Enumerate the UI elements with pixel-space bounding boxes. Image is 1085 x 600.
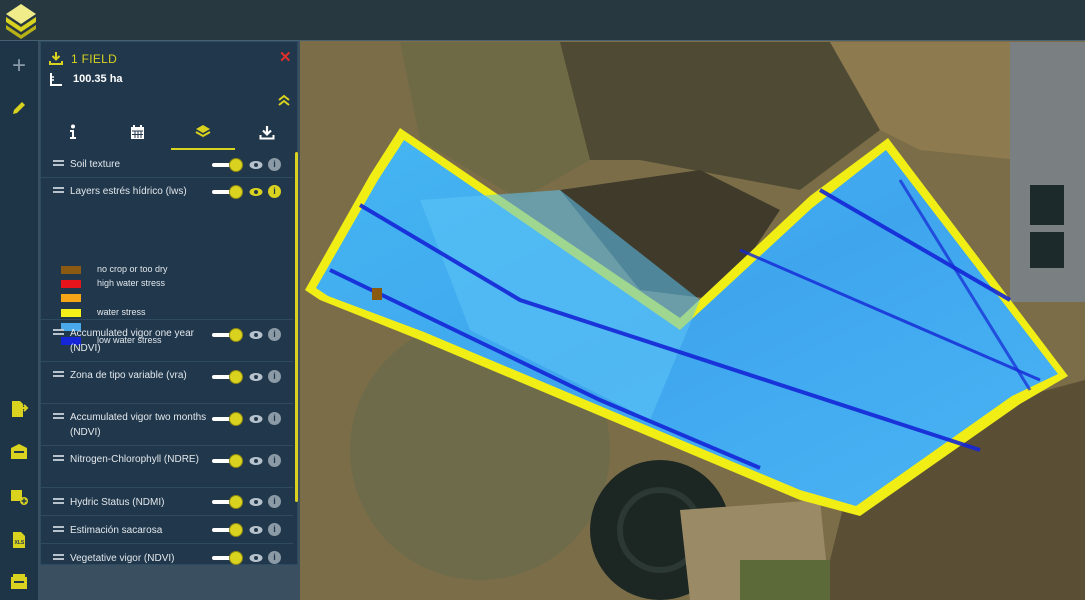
legend-item: high water stress xyxy=(61,278,221,292)
info-icon[interactable]: i xyxy=(268,370,281,383)
eye-icon[interactable] xyxy=(249,553,263,563)
legend-item: water stress xyxy=(61,307,221,321)
export-file-icon[interactable] xyxy=(6,396,32,422)
layer-toggle[interactable] xyxy=(212,551,244,565)
info-icon xyxy=(70,124,76,139)
legend-swatch xyxy=(61,309,81,317)
info-icon[interactable]: i xyxy=(268,454,281,467)
eye-icon[interactable] xyxy=(249,160,263,170)
eye-icon[interactable] xyxy=(249,414,263,424)
field-panel: 1 FIELD ✕ 100.35 ha Soil texture i Layer… xyxy=(40,41,298,565)
layer-toggle[interactable] xyxy=(212,328,244,342)
legend-item: no crop or too dry xyxy=(61,264,221,278)
drag-handle-icon[interactable] xyxy=(53,371,64,377)
layer-name: Vegetative vigor (NDVI) xyxy=(70,553,175,564)
area-icon xyxy=(50,73,62,86)
inbox-icon[interactable] xyxy=(6,439,32,465)
drag-handle-icon[interactable] xyxy=(53,160,64,166)
field-title: 1 FIELD xyxy=(71,52,118,66)
info-icon[interactable]: i xyxy=(268,495,281,508)
legend-swatch xyxy=(61,294,81,302)
layer-item: Hydric Status (NDMI) i xyxy=(41,488,293,516)
left-toolbar: + XLS xyxy=(0,41,38,600)
field-area: 100.35 ha xyxy=(73,73,123,85)
eye-icon[interactable] xyxy=(249,372,263,382)
drag-handle-icon[interactable] xyxy=(53,187,64,193)
chevron-double-up-icon[interactable] xyxy=(277,94,291,106)
legend-label: no crop or too dry xyxy=(97,264,168,274)
layer-name: Zona de tipo variable (vra) xyxy=(70,370,187,381)
eye-icon[interactable] xyxy=(249,497,263,507)
eye-icon[interactable] xyxy=(249,330,263,340)
layer-name: Nitrogen-Chlorophyll (NDRE) xyxy=(70,454,199,465)
tab-info[interactable] xyxy=(41,114,105,150)
layer-toggle[interactable] xyxy=(212,370,244,384)
layer-toggle[interactable] xyxy=(212,454,244,468)
legend-swatch xyxy=(61,280,81,288)
panel-tabs xyxy=(41,114,299,150)
layer-item: Zona de tipo variable (vra) i xyxy=(41,362,293,404)
layer-toggle[interactable] xyxy=(212,523,244,537)
layers-icon xyxy=(195,124,211,137)
layer-name: Estimación sacarosa xyxy=(70,525,163,536)
layer-item: Accumulated vigor one year (NDVI) i xyxy=(41,320,293,362)
xls-file-icon[interactable]: XLS xyxy=(6,527,32,553)
drag-handle-icon[interactable] xyxy=(53,526,64,532)
calendar-icon xyxy=(130,124,144,139)
layer-name: Hydric Status (NDMI) xyxy=(70,497,165,508)
layer-toggle[interactable] xyxy=(212,412,244,426)
drag-handle-icon[interactable] xyxy=(53,329,64,335)
tab-calendar[interactable] xyxy=(105,114,169,150)
close-button[interactable]: ✕ xyxy=(279,48,292,66)
info-icon[interactable]: i xyxy=(268,328,281,341)
info-icon[interactable]: i xyxy=(268,412,281,425)
layer-item: Estimación sacarosa i xyxy=(41,516,293,544)
layer-item: Vegetative vigor (NDVI) i xyxy=(41,544,293,566)
layer-toggle[interactable] xyxy=(212,158,244,172)
svg-text:XLS: XLS xyxy=(15,540,25,546)
layer-name: Accumulated vigor one year (NDVI) xyxy=(70,328,194,354)
layer-item: Accumulated vigor two months (NDVI) i xyxy=(41,404,293,446)
drag-handle-icon[interactable] xyxy=(53,455,64,461)
app-logo[interactable] xyxy=(4,2,38,40)
layer-item: Soil texture i xyxy=(41,152,293,178)
eye-icon[interactable] xyxy=(249,525,263,535)
layer-list: Soil texture i Layers estrés hídrico (lw… xyxy=(41,152,293,566)
top-bar xyxy=(0,0,1085,41)
layer-name: Accumulated vigor two months (NDVI) xyxy=(70,412,207,438)
field-header: 1 FIELD ✕ 100.35 ha xyxy=(41,42,299,110)
eye-icon[interactable] xyxy=(249,456,263,466)
layer-item: Nitrogen-Chlorophyll (NDRE) i xyxy=(41,446,293,488)
pencil-icon[interactable] xyxy=(6,95,32,121)
tab-layers[interactable] xyxy=(171,114,235,150)
add-icon[interactable]: + xyxy=(6,52,32,79)
drag-handle-icon[interactable] xyxy=(53,554,64,560)
download-icon xyxy=(259,125,275,139)
download-icon[interactable] xyxy=(49,51,63,65)
info-icon[interactable]: i xyxy=(268,158,281,171)
drag-handle-icon[interactable] xyxy=(53,413,64,419)
layer-toggle[interactable] xyxy=(212,495,244,509)
tab-download[interactable] xyxy=(235,114,299,150)
add-document-icon[interactable] xyxy=(6,483,32,509)
archive-icon[interactable] xyxy=(6,569,32,595)
info-icon[interactable]: i xyxy=(268,551,281,564)
legend-swatch xyxy=(61,266,81,274)
legend-item xyxy=(61,292,221,306)
eye-icon[interactable] xyxy=(249,187,263,197)
drag-handle-icon[interactable] xyxy=(53,498,64,504)
layer-toggle[interactable] xyxy=(212,185,244,199)
layer-list-scrollbar[interactable] xyxy=(295,152,298,502)
layer-name: Soil texture xyxy=(70,159,121,170)
info-icon[interactable]: i xyxy=(268,185,281,198)
info-icon[interactable]: i xyxy=(268,523,281,536)
layer-name: Layers estrés hídrico (lws) xyxy=(70,186,187,197)
legend-label: high water stress xyxy=(97,278,166,288)
legend-label: water stress xyxy=(97,307,146,317)
